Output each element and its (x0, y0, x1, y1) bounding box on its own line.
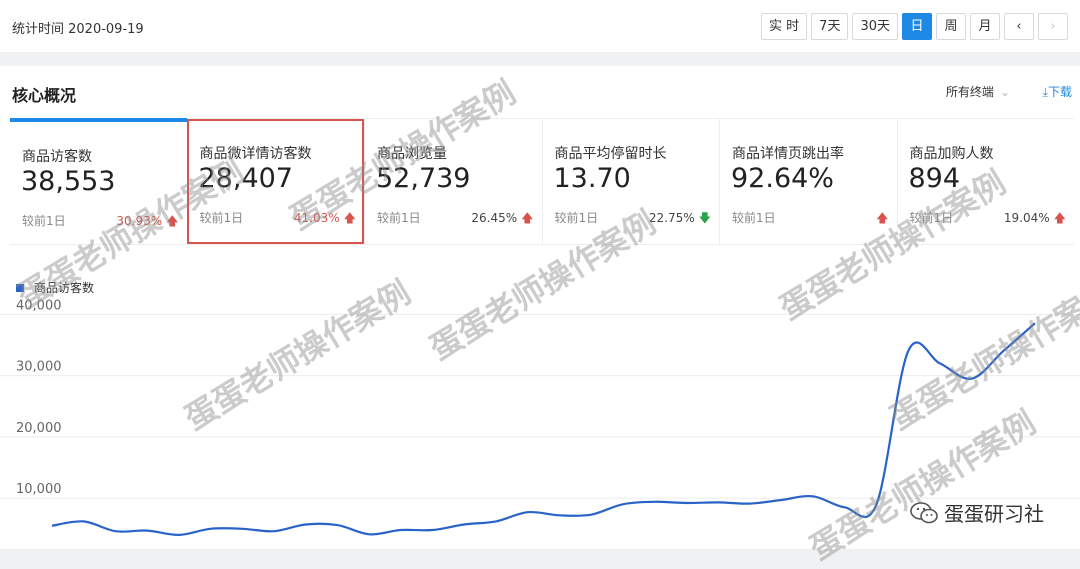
metric-card-compare: 较前1日 (732, 209, 776, 230)
legend-swatch (16, 284, 24, 292)
core-overview-panel: 核心概况 所有终端 ⌄ ⤓下载 商品访客数 38,553 较前1日 30.93% 🡅… (0, 66, 1080, 549)
metric-card-add-to-cart[interactable]: 商品加购人数 894 较前1日 19.04% 🡅 (897, 119, 1075, 244)
metric-card-micro-detail-visitors[interactable]: 商品微详情访客数 28,407 较前1日 41.03% 🡅 (187, 119, 365, 244)
metric-card-value: 894 (909, 163, 961, 194)
metric-card-pct: 22.75% (649, 211, 695, 225)
metric-card-compare: 较前1日 (910, 209, 954, 230)
metric-card-title: 商品平均停留时长 (555, 143, 667, 163)
stat-date-label: 统计时间 2020-09-19 (12, 18, 144, 37)
top-bar: 统计时间 2020-09-19 实 时 7天 30天 日 周 月 ‹ › (0, 0, 1080, 52)
week-button[interactable]: 周 (936, 13, 966, 40)
y-tick-label: 10,000 (16, 482, 62, 497)
y-tick-label: 20,000 (16, 421, 62, 436)
metric-card-pct: 19.04% (1004, 211, 1050, 225)
7-days-button[interactable]: 7天 (811, 13, 848, 40)
download-label: 下载 (1048, 85, 1072, 99)
wechat-icon (910, 502, 938, 524)
brand-name: 蛋蛋研习社 (944, 498, 1044, 527)
metric-card-pct: 30.93% (116, 214, 162, 228)
chart-legend[interactable]: 商品访客数 (16, 279, 94, 296)
download-link[interactable]: ⤓下载 (1043, 83, 1072, 100)
metric-card-value: 38,553 (21, 166, 115, 197)
metric-card-value: 92.64% (731, 163, 834, 194)
metric-card-pct: 41.03% (294, 211, 340, 225)
terminal-select-value: 所有终端 (946, 85, 994, 99)
legend-label: 商品访客数 (34, 279, 94, 296)
metric-card-compare: 较前1日 (200, 209, 244, 230)
metric-card-title: 商品浏览量 (377, 143, 447, 163)
arrow-up-icon: 🡅 (876, 211, 888, 225)
period-button-group: 实 时 7天 30天 日 周 月 ‹ › (761, 13, 1068, 40)
arrow-up-icon: 🡅 (1054, 211, 1066, 225)
terminal-select[interactable]: 所有终端 ⌄ (946, 83, 1010, 100)
metric-card-value: 13.70 (554, 163, 631, 194)
realtime-button[interactable]: 实 时 (761, 13, 807, 40)
metric-card-compare: 较前1日 (555, 209, 599, 230)
chevron-down-icon: ⌄ (1000, 85, 1010, 99)
brand-badge: 蛋蛋研习社 (910, 498, 1044, 527)
metric-card-title: 商品加购人数 (910, 143, 994, 163)
metric-card-bounce-rate[interactable]: 商品详情页跳出率 92.64% 较前1日 🡅 (719, 119, 897, 244)
metric-card-compare: 较前1日 (22, 212, 66, 233)
metric-card-compare: 较前1日 (377, 209, 421, 230)
metric-card-title: 商品微详情访客数 (200, 143, 312, 163)
y-tick-label: 30,000 (16, 360, 62, 375)
arrow-up-icon: 🡅 (166, 214, 178, 228)
arrow-up-icon: 🡅 (344, 211, 356, 225)
metric-card-pageviews[interactable]: 商品浏览量 52,739 较前1日 26.45% 🡅 (364, 119, 542, 244)
metric-card-avg-stay[interactable]: 商品平均停留时长 13.70 较前1日 22.75% 🡇 (542, 119, 720, 244)
arrow-up-icon: 🡅 (521, 211, 533, 225)
series-line-visitors[interactable] (52, 323, 1035, 535)
day-button[interactable]: 日 (902, 13, 932, 40)
metric-card-title: 商品详情页跳出率 (732, 143, 844, 163)
30-days-button[interactable]: 30天 (852, 13, 898, 40)
metric-card-visitors[interactable]: 商品访客数 38,553 较前1日 30.93% 🡅 (10, 118, 187, 244)
next-period-button[interactable]: › (1038, 13, 1068, 40)
y-tick-label: 40,000 (16, 298, 62, 313)
metric-card-value: 28,407 (199, 163, 293, 194)
arrow-down-icon: 🡇 (699, 211, 711, 225)
metric-cards: 商品访客数 38,553 较前1日 30.93% 🡅 商品微详情访客数 28,40… (10, 118, 1074, 245)
month-button[interactable]: 月 (970, 13, 1000, 40)
prev-period-button[interactable]: ‹ (1004, 13, 1034, 40)
metric-card-title: 商品访客数 (22, 146, 92, 166)
panel-title: 核心概况 (12, 82, 76, 106)
metric-card-value: 52,739 (376, 163, 470, 194)
metric-card-pct: 26.45% (471, 211, 517, 225)
